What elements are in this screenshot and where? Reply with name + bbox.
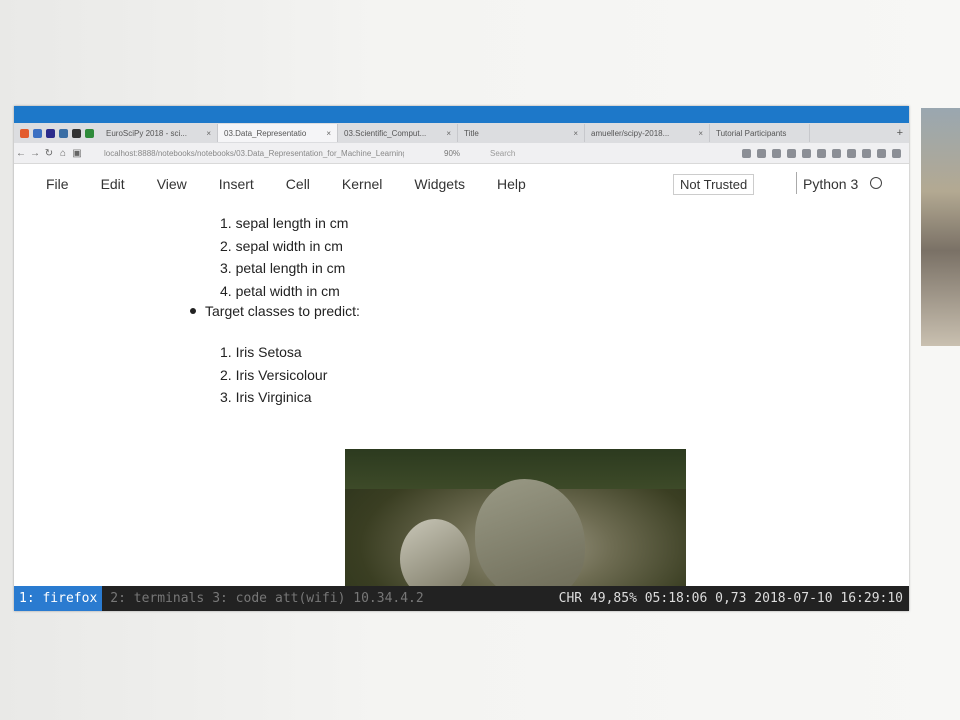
extension-icon[interactable]	[862, 148, 871, 158]
photo-petal	[475, 479, 585, 589]
system-status: CHR 49,85% 05:18:06 0,73 2018-07-10 16:2…	[558, 591, 903, 606]
menu-insert[interactable]: Insert	[187, 176, 254, 192]
feature-list: 1. sepal length in cm 2. sepal width in …	[220, 212, 348, 302]
list-item: 3. petal length in cm	[220, 260, 346, 276]
target-classes-item: Target classes to predict:	[190, 303, 360, 319]
home-icon[interactable]: ⌂	[56, 148, 70, 159]
pinned-tab-icon[interactable]	[59, 128, 68, 138]
menu-icon[interactable]	[892, 148, 901, 158]
extension-icon[interactable]	[787, 148, 796, 158]
reader-icon[interactable]: ▣	[70, 148, 84, 159]
kernel-name: Python 3	[803, 176, 859, 192]
menu-edit[interactable]: Edit	[69, 176, 125, 192]
jupyter-menubar: File Edit View Insert Cell Kernel Widget…	[14, 164, 909, 204]
workspace-terminals[interactable]: 2: terminals	[102, 591, 204, 606]
pinned-tab-icon[interactable]	[46, 128, 55, 138]
pinned-tab-icon[interactable]	[72, 128, 81, 138]
extension-icon[interactable]	[802, 148, 811, 158]
class-list: 1. Iris Setosa 2. Iris Versicolour 3. Ir…	[220, 341, 327, 409]
library-icon[interactable]	[757, 148, 766, 158]
window-title-bar	[14, 106, 909, 123]
browser-tab[interactable]: Tutorial Participants	[710, 124, 810, 142]
close-icon[interactable]: ×	[202, 129, 211, 138]
tab-label: 03.Scientific_Comput...	[344, 128, 427, 138]
list-item: 2. Iris Versicolour	[220, 366, 328, 383]
divider	[796, 172, 797, 194]
pinned-tab-icon[interactable]	[20, 128, 29, 138]
zoom-level[interactable]: 90%	[444, 149, 460, 158]
forward-icon[interactable]: →	[28, 148, 42, 159]
browser-tab-active[interactable]: 03.Data_Representatio ×	[218, 124, 338, 142]
back-icon[interactable]: ←	[14, 148, 28, 159]
i3-status-bar: 1: firefox 2: terminals 3: code att(wifi…	[14, 586, 909, 611]
target-classes-label: Target classes to predict:	[205, 303, 360, 319]
extension-icons	[742, 148, 909, 158]
bullet-icon	[190, 308, 196, 314]
new-tab-icon[interactable]: +	[891, 127, 909, 139]
menu-file[interactable]: File	[14, 176, 69, 192]
pinned-tab-icon[interactable]	[33, 128, 42, 138]
menu-kernel[interactable]: Kernel	[310, 176, 382, 192]
browser-tab-bar: EuroSciPy 2018 - sci... × 03.Data_Repres…	[14, 123, 909, 143]
list-item: 3. Iris Virginica	[220, 389, 312, 405]
menu-view[interactable]: View	[125, 176, 187, 192]
tab-label: amueller/scipy-2018...	[591, 128, 670, 138]
list-item: 2. sepal width in cm	[220, 237, 343, 254]
url-bar[interactable]: localhost:8888/notebooks/notebooks/03.Da…	[104, 149, 404, 158]
iris-photo	[345, 449, 686, 589]
side-photo	[921, 108, 960, 346]
list-item: 4. petal width in cm	[220, 282, 340, 299]
desktop-screen: EuroSciPy 2018 - sci... × 03.Data_Repres…	[14, 106, 909, 611]
menu-cell[interactable]: Cell	[254, 176, 310, 192]
workspace-firefox[interactable]: 1: firefox	[14, 586, 103, 611]
close-icon[interactable]: ×	[569, 129, 578, 138]
photo-petal	[400, 519, 470, 589]
menu-help[interactable]: Help	[465, 176, 526, 192]
tab-label: Tutorial Participants	[716, 128, 787, 138]
tab-label: Title	[464, 128, 479, 138]
kernel-status-icon	[870, 177, 882, 189]
tab-label: EuroSciPy 2018 - sci...	[106, 128, 187, 138]
not-trusted-badge[interactable]: Not Trusted	[673, 174, 755, 195]
wifi-status: att(wifi) 10.34.4.2	[275, 591, 424, 606]
extension-icon[interactable]	[817, 148, 826, 158]
search-field[interactable]: Search	[490, 149, 515, 158]
list-item: 1. Iris Setosa	[220, 344, 302, 360]
close-icon[interactable]: ×	[322, 129, 331, 138]
download-icon[interactable]	[742, 148, 751, 158]
close-icon[interactable]: ×	[694, 129, 703, 138]
extension-icon[interactable]	[832, 148, 841, 158]
menu-widgets[interactable]: Widgets	[382, 176, 465, 192]
list-item: 1. sepal length in cm	[220, 215, 349, 231]
browser-nav-bar: ← → ↻ ⌂ ▣ localhost:8888/notebooks/noteb…	[14, 143, 909, 164]
extension-icon[interactable]	[772, 148, 781, 158]
tab-label: 03.Data_Representatio	[224, 128, 307, 138]
reload-icon[interactable]: ↻	[42, 148, 56, 159]
pinned-tabs	[14, 128, 100, 138]
browser-tab[interactable]: amueller/scipy-2018... ×	[585, 124, 710, 142]
extension-icon[interactable]	[847, 148, 856, 158]
extension-icon[interactable]	[877, 148, 886, 158]
browser-tab[interactable]: EuroSciPy 2018 - sci... ×	[100, 124, 218, 142]
browser-tab[interactable]: 03.Scientific_Comput... ×	[338, 124, 458, 142]
close-icon[interactable]: ×	[442, 129, 451, 138]
workspace-code[interactable]: 3: code	[204, 591, 267, 606]
pinned-tab-icon[interactable]	[85, 128, 94, 138]
browser-tab[interactable]: Title ×	[458, 124, 585, 142]
